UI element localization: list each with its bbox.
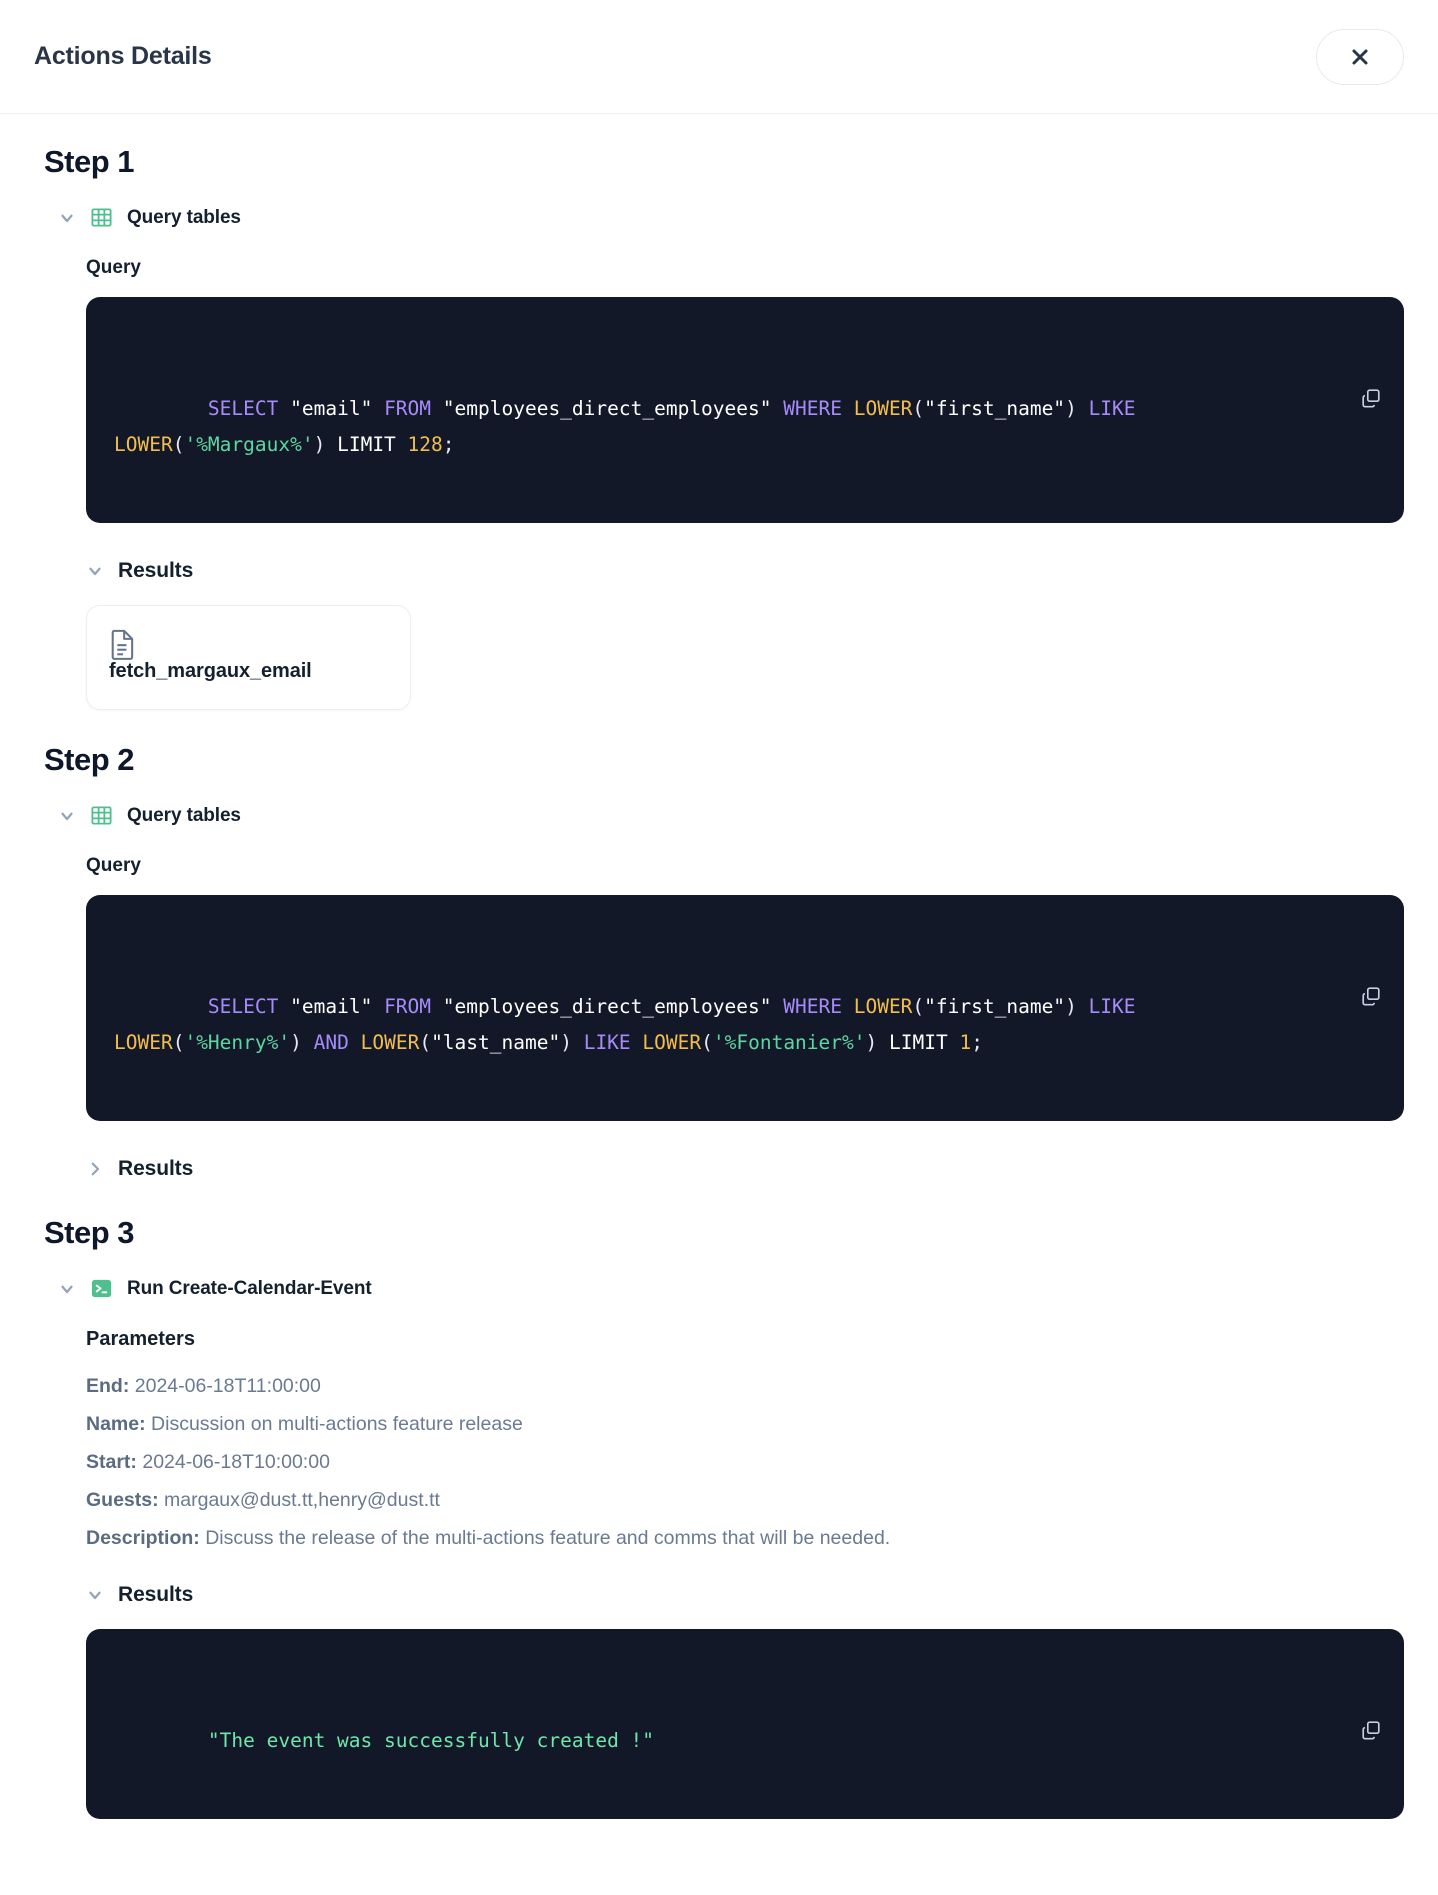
- step-2-results-toggle[interactable]: Results: [86, 1157, 1404, 1181]
- copy-icon[interactable]: [1360, 1647, 1382, 1740]
- terminal-icon: [90, 1277, 113, 1300]
- close-icon: [1348, 45, 1372, 69]
- table-grid-icon: [90, 804, 113, 827]
- step-1-action-header[interactable]: Query tables: [58, 206, 1404, 229]
- step-3-action-label: Run Create-Calendar-Event: [127, 1277, 372, 1299]
- parameter-row: End: 2024-06-18T11:00:00: [86, 1367, 1404, 1405]
- parameter-key: End:: [86, 1375, 130, 1397]
- step-1-action-label: Query tables: [127, 206, 241, 228]
- step-3-action-header[interactable]: Run Create-Calendar-Event: [58, 1277, 1404, 1300]
- step-3-results-label: Results: [118, 1583, 194, 1606]
- modal-header: Actions Details: [0, 0, 1438, 114]
- parameter-value: margaux@dust.tt,henry@dust.tt: [164, 1489, 440, 1511]
- copy-icon[interactable]: [1360, 315, 1382, 408]
- step-2-action-label: Query tables: [127, 804, 241, 826]
- query-label: Query: [86, 257, 141, 278]
- parameters-list: End: 2024-06-18T11:00:00 Name: Discussio…: [86, 1367, 1404, 1557]
- step-3-results-toggle[interactable]: Results: [86, 1583, 1404, 1607]
- parameter-key: Start:: [86, 1451, 137, 1473]
- step-2-block: Step 2 Query tables Query SELECT "email"…: [44, 742, 1404, 1181]
- step-2-action-header[interactable]: Query tables: [58, 804, 1404, 827]
- parameters-title: Parameters: [86, 1328, 195, 1350]
- page-title: Actions Details: [34, 42, 212, 70]
- step-2-title: Step 2: [44, 742, 135, 777]
- step-1-title: Step 1: [44, 144, 135, 179]
- parameter-row: Name: Discussion on multi-actions featur…: [86, 1405, 1404, 1443]
- step-3-result-output: "The event was successfully created !": [86, 1629, 1404, 1819]
- step-3-title: Step 3: [44, 1215, 135, 1250]
- document-icon: [109, 628, 388, 660]
- step-1-content: Query SELECT "email" FROM "employees_dir…: [86, 257, 1404, 710]
- chevron-down-icon[interactable]: [86, 1586, 104, 1604]
- parameter-value: Discuss the release of the multi-actions…: [205, 1527, 891, 1549]
- step-1-block: Step 1 Query tables Query SELECT "email"…: [44, 144, 1404, 710]
- copy-icon[interactable]: [1360, 913, 1382, 1006]
- parameter-row: Start: 2024-06-18T10:00:00: [86, 1443, 1404, 1481]
- parameter-value: 2024-06-18T11:00:00: [134, 1375, 321, 1397]
- chevron-down-icon[interactable]: [58, 807, 76, 825]
- query-sql-text: SELECT "email" FROM "employees_direct_em…: [114, 995, 1136, 1054]
- step-1-query-code: SELECT "email" FROM "employees_direct_em…: [86, 297, 1404, 523]
- parameter-row: Description: Discuss the release of the …: [86, 1519, 1404, 1557]
- actions-details-body: Step 1 Query tables Query SELECT "email"…: [0, 114, 1438, 1895]
- step-1-results-toggle[interactable]: Results: [86, 559, 1404, 583]
- query-label: Query: [86, 855, 141, 876]
- parameter-key: Guests:: [86, 1489, 159, 1511]
- parameter-row: Guests: margaux@dust.tt,henry@dust.tt: [86, 1481, 1404, 1519]
- chevron-down-icon[interactable]: [58, 1280, 76, 1298]
- result-file-card[interactable]: fetch_margaux_email: [86, 605, 411, 710]
- chevron-down-icon[interactable]: [58, 209, 76, 227]
- parameter-value: 2024-06-18T10:00:00: [142, 1451, 330, 1473]
- step-3-content: Parameters End: 2024-06-18T11:00:00 Name…: [86, 1328, 1404, 1819]
- parameter-value: Discussion on multi-actions feature rele…: [151, 1413, 523, 1435]
- result-output-text: "The event was successfully created !": [207, 1729, 655, 1752]
- parameter-key: Description:: [86, 1527, 200, 1549]
- table-grid-icon: [90, 206, 113, 229]
- chevron-down-icon[interactable]: [86, 562, 104, 580]
- step-3-block: Step 3 Run Create-Calendar-Event Paramet…: [44, 1215, 1404, 1819]
- step-2-results-label: Results: [118, 1157, 194, 1180]
- step-1-results-label: Results: [118, 559, 194, 582]
- parameter-key: Name:: [86, 1413, 146, 1435]
- chevron-right-icon[interactable]: [86, 1160, 104, 1178]
- result-file-name: fetch_margaux_email: [109, 660, 312, 682]
- close-button[interactable]: [1316, 28, 1404, 85]
- query-sql-text: SELECT "email" FROM "employees_direct_em…: [114, 397, 1136, 456]
- step-2-content: Query SELECT "email" FROM "employees_dir…: [86, 855, 1404, 1181]
- step-2-query-code: SELECT "email" FROM "employees_direct_em…: [86, 895, 1404, 1121]
